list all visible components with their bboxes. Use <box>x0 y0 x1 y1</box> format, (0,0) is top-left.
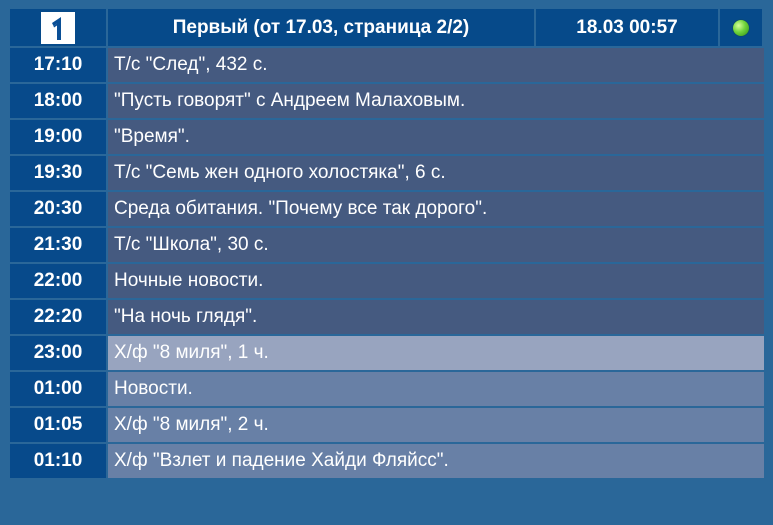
channel-logo-cell <box>10 9 106 46</box>
schedule-title: "Время". <box>108 120 764 154</box>
status-cell <box>720 9 762 46</box>
schedule-title: Т/с "Семь жен одного холостяка", 6 с. <box>108 156 764 190</box>
schedule-row[interactable]: 01:00 Новости. <box>10 372 764 406</box>
schedule-title: "На ночь глядя". <box>108 300 764 334</box>
schedule-title: Х/ф "8 миля", 2 ч. <box>108 408 764 442</box>
schedule-row[interactable]: 20:30 Среда обитания. "Почему все так до… <box>10 192 764 226</box>
schedule-time: 01:05 <box>10 408 106 442</box>
schedule-row[interactable]: 23:00 Х/ф "8 миля", 1 ч. <box>10 336 764 370</box>
green-led-icon <box>733 19 749 36</box>
schedule-time: 17:10 <box>10 48 106 82</box>
schedule-time: 20:30 <box>10 192 106 226</box>
schedule-time: 22:00 <box>10 264 106 298</box>
schedule-row[interactable]: 01:05 Х/ф "8 миля", 2 ч. <box>10 408 764 442</box>
schedule-title: Т/с "Школа", 30 с. <box>108 228 764 262</box>
schedule-row[interactable]: 22:20 "На ночь глядя". <box>10 300 764 334</box>
schedule-time: 21:30 <box>10 228 106 262</box>
channel-page-title: Первый (от 17.03, страница 2/2) <box>108 9 534 46</box>
schedule-title: Ночные новости. <box>108 264 764 298</box>
schedule-time: 01:10 <box>10 444 106 478</box>
schedule-time: 19:00 <box>10 120 106 154</box>
schedule-title: "Пусть говорят" с Андреем Малаховым. <box>108 84 764 118</box>
schedule-time: 22:20 <box>10 300 106 334</box>
schedule-title: Среда обитания. "Почему все так дорого". <box>108 192 764 226</box>
schedule-time: 19:30 <box>10 156 106 190</box>
channel-one-logo-icon <box>41 11 75 44</box>
schedule-row[interactable]: 22:00 Ночные новости. <box>10 264 764 298</box>
schedule-title: Новости. <box>108 372 764 406</box>
schedule-row[interactable]: 19:00 "Время". <box>10 120 764 154</box>
schedule-row[interactable]: 18:00 "Пусть говорят" с Андреем Малаховы… <box>10 84 764 118</box>
current-datetime: 18.03 00:57 <box>536 9 718 46</box>
schedule-time: 23:00 <box>10 336 106 370</box>
epg-header: Первый (от 17.03, страница 2/2) 18.03 00… <box>10 9 764 46</box>
schedule-row[interactable]: 21:30 Т/с "Школа", 30 с. <box>10 228 764 262</box>
schedule-time: 01:00 <box>10 372 106 406</box>
schedule-row[interactable]: 19:30 Т/с "Семь жен одного холостяка", 6… <box>10 156 764 190</box>
schedule-title: Х/ф "8 миля", 1 ч. <box>108 336 764 370</box>
schedule-list: 17:10 Т/с "След", 432 с. 18:00 "Пусть го… <box>10 48 764 478</box>
schedule-title: Т/с "След", 432 с. <box>108 48 764 82</box>
epg-screen: Первый (от 17.03, страница 2/2) 18.03 00… <box>10 9 764 480</box>
schedule-title: Х/ф "Взлет и падение Хайди Фляйсс". <box>108 444 764 478</box>
schedule-row[interactable]: 01:10 Х/ф "Взлет и падение Хайди Фляйсс"… <box>10 444 764 478</box>
schedule-row[interactable]: 17:10 Т/с "След", 432 с. <box>10 48 764 82</box>
schedule-time: 18:00 <box>10 84 106 118</box>
